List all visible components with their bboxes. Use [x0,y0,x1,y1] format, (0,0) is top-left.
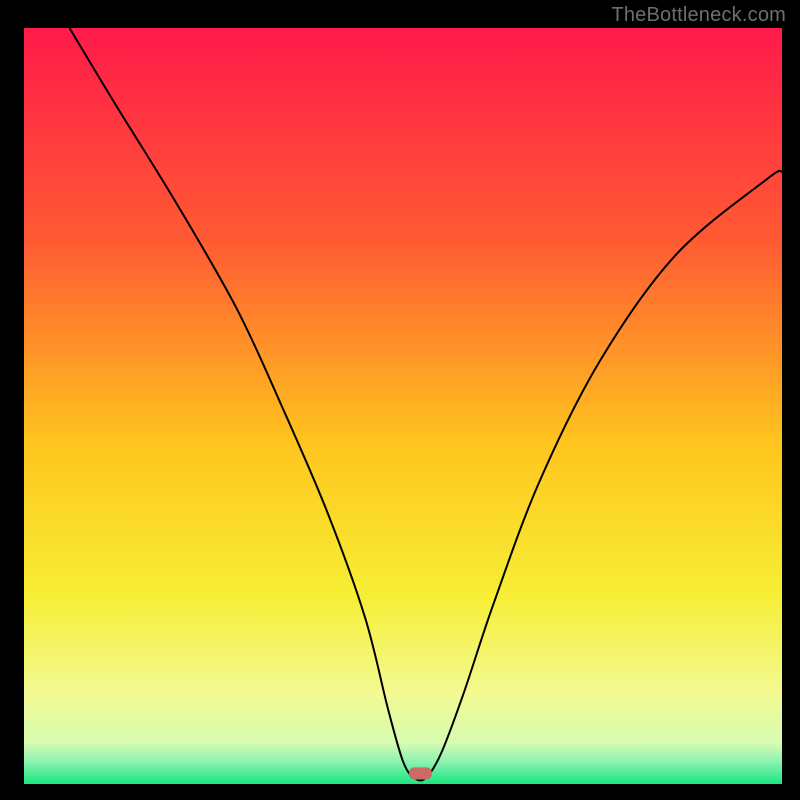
chart-frame: TheBottleneck.com [0,0,800,800]
watermark-text: TheBottleneck.com [611,4,786,27]
chart-svg [24,28,782,784]
chart-plot-area [24,28,782,784]
marker-point [409,767,432,779]
